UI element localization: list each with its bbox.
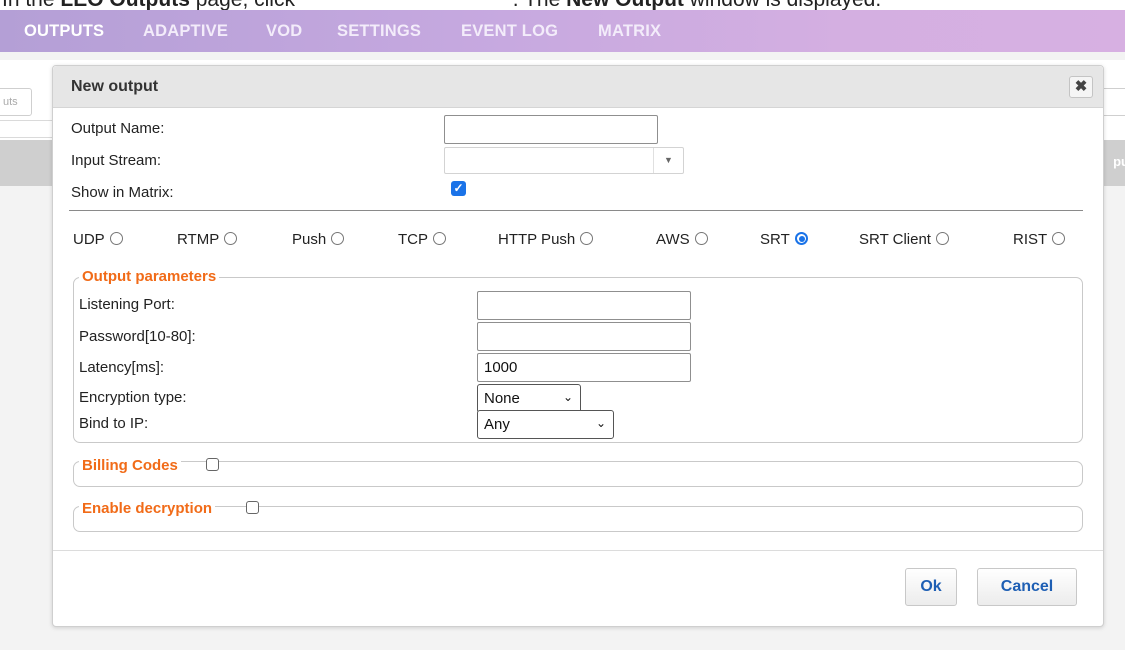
chevron-down-icon: ⌄ — [595, 416, 606, 430]
enable-decryption-fieldset — [73, 506, 1083, 532]
bind-to-ip-select[interactable]: Any ⌄ — [477, 410, 614, 439]
radio-icon — [331, 232, 345, 245]
show-in-matrix-checkbox[interactable]: ✓ — [451, 181, 466, 196]
show-in-matrix-label: Show in Matrix: — [71, 184, 174, 201]
close-icon[interactable]: ✖ — [1069, 76, 1093, 98]
background-divider — [0, 120, 60, 138]
output-parameters-legend: Output parameters — [79, 268, 220, 285]
billing-codes-legend: Billing Codes — [79, 457, 181, 474]
background-header-text: pu — [1113, 154, 1125, 169]
protocol-radio-srt[interactable]: SRT — [760, 231, 808, 248]
nav-tab-event-log[interactable]: EVENT LOG — [461, 22, 558, 41]
top-nav-bar: OUTPUTS ADAPTIVE VOD SETTINGS EVENT LOG … — [0, 10, 1125, 52]
latency-label: Latency[ms]: — [79, 359, 165, 376]
input-stream-select[interactable]: ▼ — [444, 147, 684, 174]
radio-selected-icon — [794, 232, 808, 245]
dialog-title: New output — [71, 78, 159, 95]
radio-icon — [1052, 232, 1066, 245]
nav-tab-matrix[interactable]: MATRIX — [598, 22, 661, 41]
billing-codes-fieldset — [73, 461, 1083, 487]
listening-port-label: Listening Port: — [79, 296, 175, 313]
password-label: Password[10-80]: — [79, 328, 196, 345]
protocol-radio-http-push[interactable]: HTTP Push — [498, 231, 594, 248]
nav-tab-vod[interactable]: VOD — [266, 22, 302, 41]
chevron-down-icon: ⌄ — [562, 390, 573, 404]
nav-tab-outputs[interactable]: OUTPUTS — [24, 22, 104, 41]
protocol-radio-push[interactable]: Push — [292, 231, 345, 248]
radio-icon — [580, 232, 594, 245]
encryption-type-label: Encryption type: — [79, 389, 187, 406]
radio-icon — [935, 232, 949, 245]
protocol-radio-tcp[interactable]: TCP — [398, 231, 446, 248]
protocol-radio-rist[interactable]: RIST — [1013, 231, 1066, 248]
billing-codes-checkbox[interactable] — [206, 458, 219, 471]
new-output-dialog: New output ✖ Output Name: Input Stream: … — [52, 65, 1104, 627]
radio-icon — [433, 232, 446, 245]
section-divider — [69, 210, 1083, 211]
protocol-radio-rtmp[interactable]: RTMP — [177, 231, 238, 248]
dialog-titlebar: New output ✖ — [53, 66, 1103, 108]
enable-decryption-checkbox[interactable] — [246, 501, 259, 514]
cancel-button[interactable]: Cancel — [977, 568, 1077, 606]
protocol-radio-srt-client[interactable]: SRT Client — [859, 231, 949, 248]
listening-port-input[interactable] — [477, 291, 691, 320]
nav-tab-settings[interactable]: SETTINGS — [337, 22, 421, 41]
footer-divider — [53, 550, 1103, 551]
background-search-input[interactable]: uts — [0, 88, 32, 116]
password-input[interactable] — [477, 322, 691, 351]
input-stream-label: Input Stream: — [71, 152, 162, 169]
bind-to-ip-label: Bind to IP: — [79, 415, 149, 432]
output-name-label: Output Name: — [71, 120, 165, 137]
ok-button[interactable]: Ok — [905, 568, 957, 606]
enable-decryption-legend: Enable decryption — [79, 500, 216, 517]
latency-input[interactable] — [477, 353, 691, 382]
radio-icon — [109, 232, 123, 245]
caret-down-icon: ▼ — [653, 148, 683, 173]
radio-icon — [694, 232, 708, 245]
encryption-type-select[interactable]: None ⌄ — [477, 384, 581, 413]
nav-tab-adaptive[interactable]: ADAPTIVE — [143, 22, 228, 41]
protocol-radio-aws[interactable]: AWS — [656, 231, 708, 248]
protocol-radio-udp[interactable]: UDP — [73, 231, 123, 248]
output-name-input[interactable] — [444, 115, 658, 144]
radio-icon — [224, 232, 238, 245]
